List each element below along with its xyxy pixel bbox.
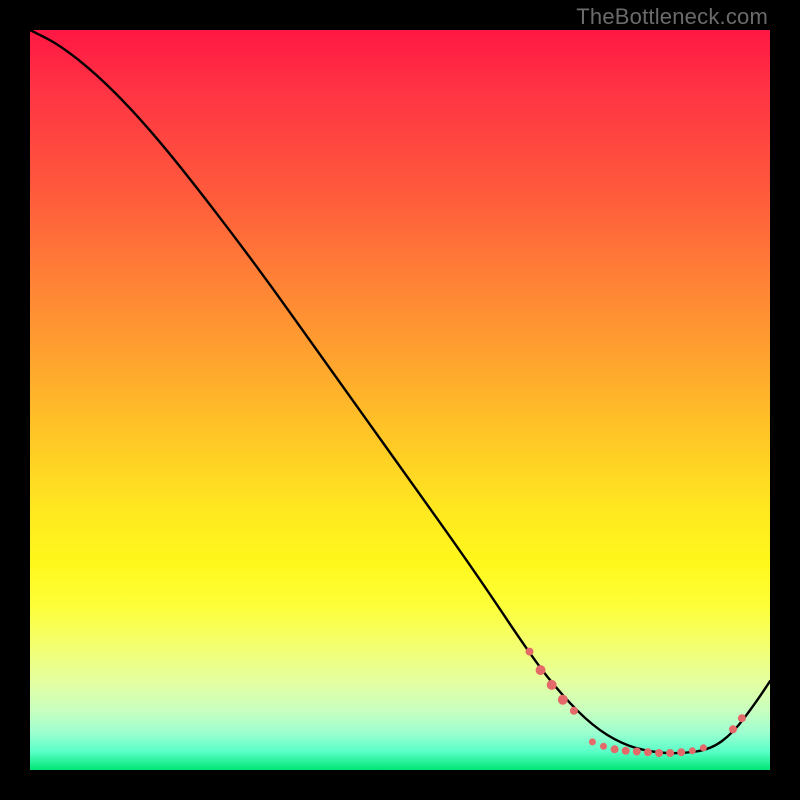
data-marker: [600, 743, 607, 750]
data-marker: [738, 714, 746, 722]
data-marker: [611, 745, 619, 753]
data-marker: [729, 725, 737, 733]
data-marker: [589, 738, 596, 745]
data-marker: [536, 665, 546, 675]
data-marker: [547, 680, 557, 690]
data-marker: [666, 749, 674, 757]
watermark-text: TheBottleneck.com: [576, 4, 768, 30]
data-marker: [622, 747, 630, 755]
data-markers: [526, 648, 746, 757]
chart-container: TheBottleneck.com: [0, 0, 800, 800]
data-marker: [700, 744, 707, 751]
data-marker: [689, 747, 696, 754]
plot-area: [30, 30, 770, 770]
data-marker: [570, 707, 578, 715]
data-marker: [677, 748, 685, 756]
data-marker: [558, 695, 568, 705]
data-marker: [655, 749, 663, 757]
data-marker: [644, 748, 652, 756]
curve-svg: [30, 30, 770, 770]
data-marker: [526, 648, 534, 656]
data-marker: [633, 748, 641, 756]
bottleneck-curve: [30, 30, 770, 753]
